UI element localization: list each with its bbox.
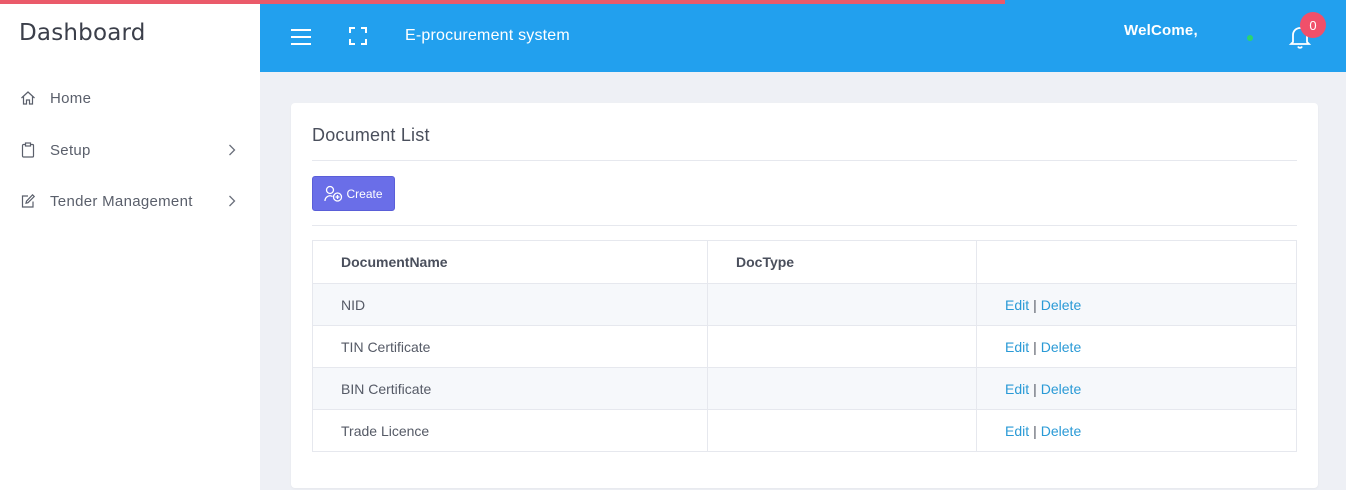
table-row: NID Edit | Delete [312,283,1297,326]
action-separator: | [1033,296,1037,313]
action-separator: | [1033,338,1037,355]
table-row: TIN Certificate Edit | Delete [312,325,1297,368]
online-status-dot [1247,35,1253,41]
actions-cell: Edit | Delete [976,325,1297,368]
document-table: DocumentName DocType NID Edit | Delete TIN… [312,240,1297,452]
edit-icon [20,193,36,209]
doc-type-cell [707,367,977,410]
sidebar-item-label: Tender Management [50,192,193,210]
delete-link[interactable]: Delete [1041,339,1081,355]
actions-cell: Edit | Delete [976,409,1297,452]
column-header-actions [976,240,1297,284]
add-user-icon [324,185,343,202]
delete-link[interactable]: Delete [1041,381,1081,397]
top-navbar: E-procurement system WelCome, 0 [260,0,1346,72]
sidebar-item-label: Home [50,89,92,107]
create-button[interactable]: Create [312,176,395,211]
edit-link[interactable]: Edit [1005,297,1029,313]
chevron-right-icon [226,193,238,209]
edit-link[interactable]: Edit [1005,381,1029,397]
app-title: E-procurement system [405,27,570,44]
home-icon [20,90,36,106]
welcome-text[interactable]: WelCome, [1124,22,1198,39]
doc-type-cell [707,409,977,452]
document-name-cell: BIN Certificate [312,367,708,410]
action-separator: | [1033,380,1037,397]
sidebar-item-home[interactable]: Home [0,78,260,118]
sidebar: Dashboard Home Setup Tender Management [0,0,260,490]
document-name-cell: TIN Certificate [312,325,708,368]
column-header-document-name: DocumentName [312,240,708,284]
clipboard-icon [20,142,36,158]
hamburger-menu-icon[interactable] [290,26,312,46]
page-load-progress-bar [0,0,1005,4]
actions-cell: Edit | Delete [976,283,1297,326]
table-row: Trade Licence Edit | Delete [312,409,1297,452]
doc-type-cell [707,325,977,368]
edit-link[interactable]: Edit [1005,339,1029,355]
chevron-right-icon [226,142,238,158]
sidebar-item-setup[interactable]: Setup [0,130,260,170]
table-row: BIN Certificate Edit | Delete [312,367,1297,410]
notification-count-badge[interactable]: 0 [1300,12,1326,38]
delete-link[interactable]: Delete [1041,297,1081,313]
brand-title: Dashboard [19,20,146,46]
doc-type-cell [707,283,977,326]
document-name-cell: NID [312,283,708,326]
divider [312,225,1297,226]
document-name-cell: Trade Licence [312,409,708,452]
create-button-label: Create [346,186,383,201]
column-header-doc-type: DocType [707,240,977,284]
fullscreen-icon[interactable] [348,26,368,46]
document-list-card: Document List Create DocumentName DocTyp… [291,103,1318,488]
sidebar-item-tender-management[interactable]: Tender Management [0,181,260,221]
page-title: Document List [312,125,430,145]
action-separator: | [1033,422,1037,439]
edit-link[interactable]: Edit [1005,423,1029,439]
sidebar-item-label: Setup [50,141,91,159]
delete-link[interactable]: Delete [1041,423,1081,439]
actions-cell: Edit | Delete [976,367,1297,410]
table-header-row: DocumentName DocType [312,240,1297,284]
divider [312,160,1297,161]
